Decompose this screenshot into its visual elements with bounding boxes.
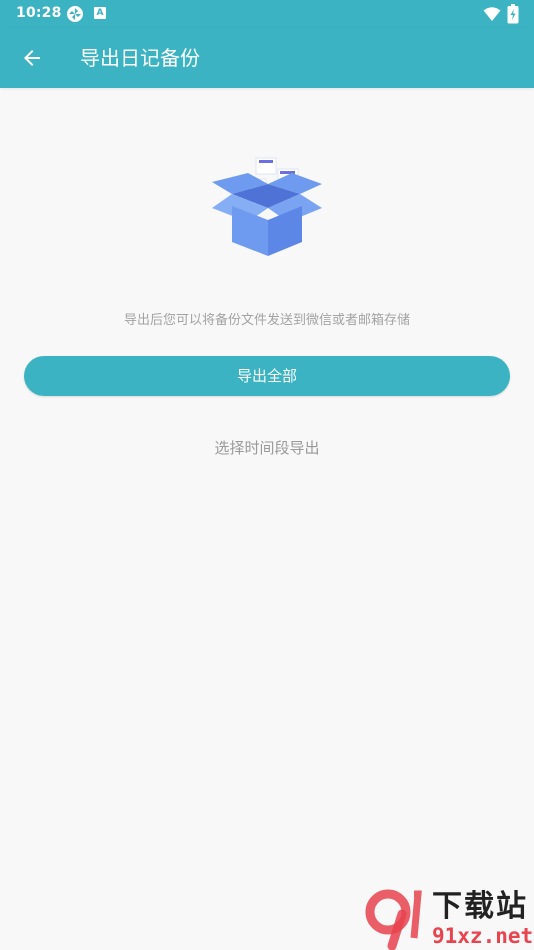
battery-charging-icon	[507, 4, 519, 24]
wifi-icon	[483, 7, 501, 21]
status-bar: 10:28 A	[0, 0, 534, 28]
app-bar: 导出日记备份	[0, 28, 534, 88]
export-all-button[interactable]: 导出全部	[24, 356, 510, 396]
watermark-logo	[365, 889, 422, 950]
select-range-container: 选择时间段导出	[0, 437, 534, 459]
status-time: 10:28	[16, 5, 62, 21]
watermark-title: 下载站	[432, 889, 528, 924]
back-button[interactable]	[14, 40, 50, 76]
page-title: 导出日记备份	[80, 46, 200, 70]
sync-icon	[67, 6, 83, 22]
export-hint-text: 导出后您可以将备份文件发送到微信或者邮箱存储	[123, 313, 410, 328]
a-icon: A	[94, 7, 106, 19]
open-box-icon	[212, 157, 322, 256]
site-watermark: 下载站 91xz.net	[362, 888, 534, 950]
arrow-left-icon	[24, 50, 40, 66]
select-range-export-link[interactable]: 选择时间段导出	[214, 439, 319, 457]
watermark-domain: 91xz.net	[432, 924, 534, 948]
